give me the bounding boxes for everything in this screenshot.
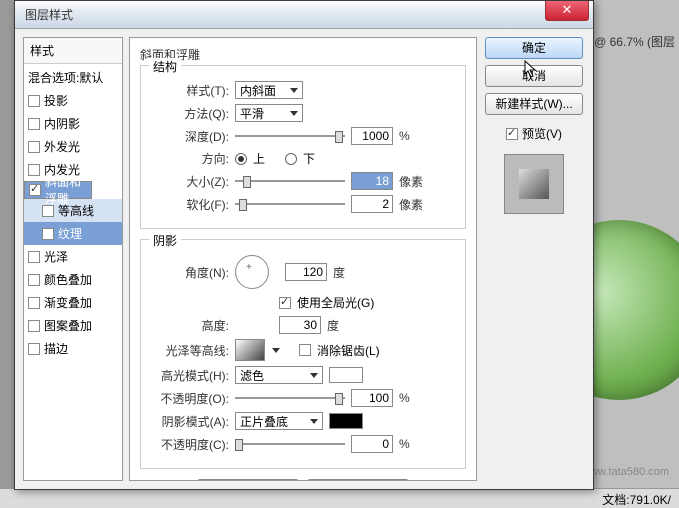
group-label: 阴影 xyxy=(149,232,181,249)
blend-options[interactable]: 混合选项:默认 xyxy=(24,66,122,89)
shadow-opacity-input[interactable]: 0 xyxy=(351,435,393,453)
list-item[interactable]: 描边 xyxy=(24,337,122,360)
highlight-opacity-slider[interactable] xyxy=(235,391,345,405)
checkbox-icon[interactable] xyxy=(28,297,40,309)
antialias-checkbox[interactable] xyxy=(299,344,311,356)
chevron-down-icon[interactable] xyxy=(271,339,281,361)
structure-group: 结构 样式(T):内斜面 方法(Q):平滑 深度(D):1000% 方向:上下 … xyxy=(140,65,466,229)
chevron-down-icon xyxy=(290,111,298,116)
style-list-header[interactable]: 样式 xyxy=(24,38,122,64)
highlight-color[interactable] xyxy=(329,367,363,383)
checkbox-icon[interactable] xyxy=(506,128,518,140)
panel-title: 斜面和浮雕 xyxy=(140,46,466,63)
checkbox-icon[interactable] xyxy=(28,164,40,176)
angle-input[interactable]: 120 xyxy=(285,263,327,281)
size-input[interactable]: 18 xyxy=(351,172,393,190)
status-text: 文档:791.0K/ xyxy=(602,493,671,507)
checkbox-icon[interactable] xyxy=(28,118,40,130)
list-item-contour[interactable]: 等高线 xyxy=(24,199,122,222)
new-style-button[interactable]: 新建样式(W)... xyxy=(485,93,583,115)
checkbox-icon[interactable] xyxy=(28,251,40,263)
reset-default-button[interactable]: 复位为默认值 xyxy=(307,479,409,481)
depth-slider[interactable] xyxy=(235,129,345,143)
titlebar[interactable]: 图层样式 ✕ xyxy=(15,1,593,29)
soften-slider[interactable] xyxy=(235,197,345,211)
doc-title: d @ 66.7% (图层 xyxy=(580,30,679,53)
dir-up-radio[interactable] xyxy=(235,153,247,165)
list-item-texture[interactable]: 纹理 xyxy=(24,222,122,245)
angle-dial[interactable] xyxy=(235,255,269,289)
list-item[interactable]: 内阴影 xyxy=(24,112,122,135)
style-select[interactable]: 内斜面 xyxy=(235,81,303,99)
checkbox-icon[interactable] xyxy=(28,95,40,107)
group-label: 结构 xyxy=(149,58,181,75)
global-light-checkbox[interactable] xyxy=(279,297,291,309)
contour-swatch[interactable] xyxy=(235,339,265,361)
dialog-title: 图层样式 xyxy=(19,6,73,23)
shadow-opacity-slider[interactable] xyxy=(235,437,345,451)
chevron-down-icon xyxy=(310,419,318,424)
watermark: www.tata580.com xyxy=(582,466,669,478)
shadow-color[interactable] xyxy=(329,413,363,429)
layer-style-dialog: 图层样式 ✕ 样式 混合选项:默认 投影 内阴影 外发光 内发光 斜面和浮雕 等… xyxy=(14,0,594,490)
action-column: 确定 取消 新建样式(W)... 预览(V) xyxy=(483,37,585,481)
shadow-mode-select[interactable]: 正片叠底 xyxy=(235,412,323,430)
style-list: 样式 混合选项:默认 投影 内阴影 外发光 内发光 斜面和浮雕 等高线 纹理 光… xyxy=(23,37,123,481)
altitude-input[interactable]: 30 xyxy=(279,316,321,334)
depth-input[interactable]: 1000 xyxy=(351,127,393,145)
set-default-button[interactable]: 设置为默认值 xyxy=(197,479,299,481)
soften-input[interactable]: 2 xyxy=(351,195,393,213)
chevron-down-icon xyxy=(290,88,298,93)
chevron-down-icon xyxy=(310,373,318,378)
status-bar: 文档:791.0K/ xyxy=(0,488,679,508)
list-item[interactable]: 颜色叠加 xyxy=(24,268,122,291)
list-item[interactable]: 渐变叠加 xyxy=(24,291,122,314)
checkbox-icon[interactable] xyxy=(28,343,40,355)
checkbox-icon[interactable] xyxy=(42,205,54,217)
checkbox-icon[interactable] xyxy=(28,320,40,332)
ok-button[interactable]: 确定 xyxy=(485,37,583,59)
highlight-opacity-input[interactable]: 100 xyxy=(351,389,393,407)
list-item[interactable]: 光泽 xyxy=(24,245,122,268)
checkbox-icon[interactable] xyxy=(42,228,54,240)
preview-swatch xyxy=(504,154,564,214)
checkbox-icon[interactable] xyxy=(29,184,41,196)
list-item[interactable]: 外发光 xyxy=(24,135,122,158)
shadow-group: 阴影 角度(N):120度 使用全局光(G) 高度:30度 光泽等高线:消除锯齿… xyxy=(140,239,466,469)
list-item[interactable]: 图案叠加 xyxy=(24,314,122,337)
list-item[interactable]: 投影 xyxy=(24,89,122,112)
highlight-mode-select[interactable]: 滤色 xyxy=(235,366,323,384)
cancel-button[interactable]: 取消 xyxy=(485,65,583,87)
checkbox-icon[interactable] xyxy=(28,274,40,286)
close-button[interactable]: ✕ xyxy=(545,1,589,21)
list-item-bevel[interactable]: 斜面和浮雕 xyxy=(24,181,92,199)
settings-panel: 斜面和浮雕 结构 样式(T):内斜面 方法(Q):平滑 深度(D):1000% … xyxy=(129,37,477,481)
size-slider[interactable] xyxy=(235,174,345,188)
preview-toggle[interactable]: 预览(V) xyxy=(506,125,562,142)
dir-down-radio[interactable] xyxy=(285,153,297,165)
method-select[interactable]: 平滑 xyxy=(235,104,303,122)
checkbox-icon[interactable] xyxy=(28,141,40,153)
